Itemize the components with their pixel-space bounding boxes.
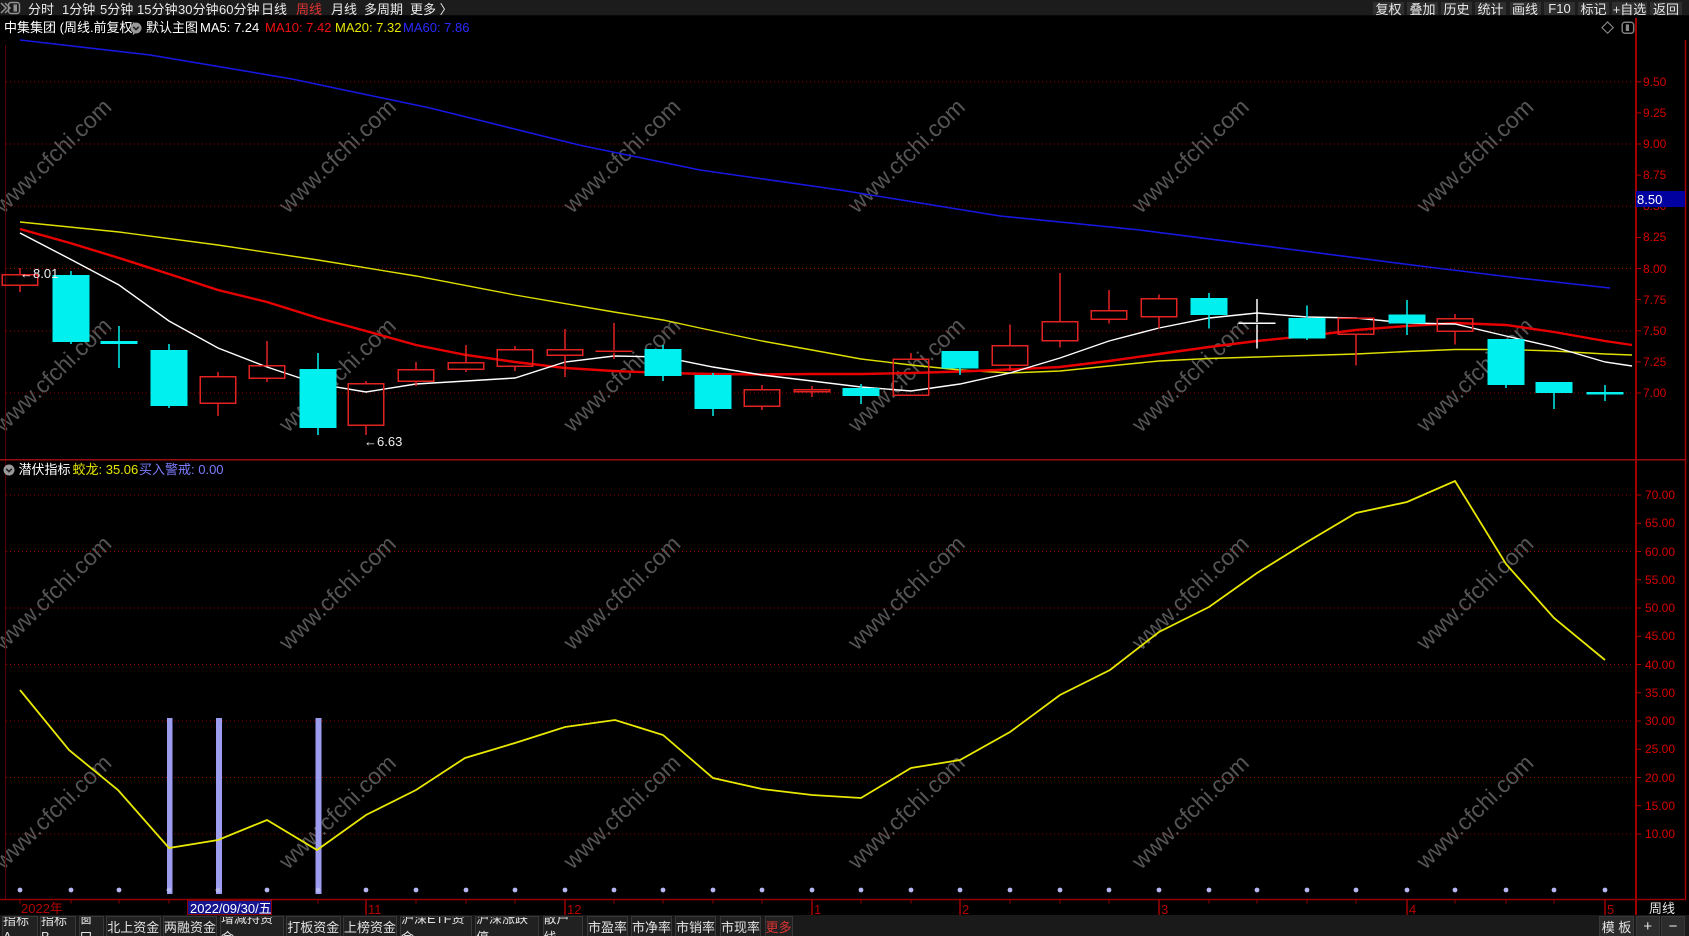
svg-text:www.cfchi.com: www.cfchi.com xyxy=(0,749,116,874)
svg-text:www.cfchi.com: www.cfchi.com xyxy=(842,749,970,874)
svg-text:www.cfchi.com: www.cfchi.com xyxy=(273,93,401,218)
svg-text:www.cfchi.com: www.cfchi.com xyxy=(1126,749,1254,874)
svg-text:www.cfchi.com: www.cfchi.com xyxy=(557,530,685,655)
svg-text:www.cfchi.com: www.cfchi.com xyxy=(0,93,116,218)
svg-text:www.cfchi.com: www.cfchi.com xyxy=(557,749,685,874)
svg-text:www.cfchi.com: www.cfchi.com xyxy=(1126,93,1254,218)
svg-text:www.cfchi.com: www.cfchi.com xyxy=(557,93,685,218)
svg-text:www.cfchi.com: www.cfchi.com xyxy=(1410,749,1538,874)
svg-text:www.cfchi.com: www.cfchi.com xyxy=(1410,530,1538,655)
svg-text:www.cfchi.com: www.cfchi.com xyxy=(0,530,116,655)
svg-text:www.cfchi.com: www.cfchi.com xyxy=(842,530,970,655)
svg-text:www.cfchi.com: www.cfchi.com xyxy=(273,530,401,655)
svg-text:www.cfchi.com: www.cfchi.com xyxy=(1410,93,1538,218)
svg-text:www.cfchi.com: www.cfchi.com xyxy=(273,749,401,874)
svg-text:www.cfchi.com: www.cfchi.com xyxy=(1126,530,1254,655)
svg-text:www.cfchi.com: www.cfchi.com xyxy=(842,93,970,218)
